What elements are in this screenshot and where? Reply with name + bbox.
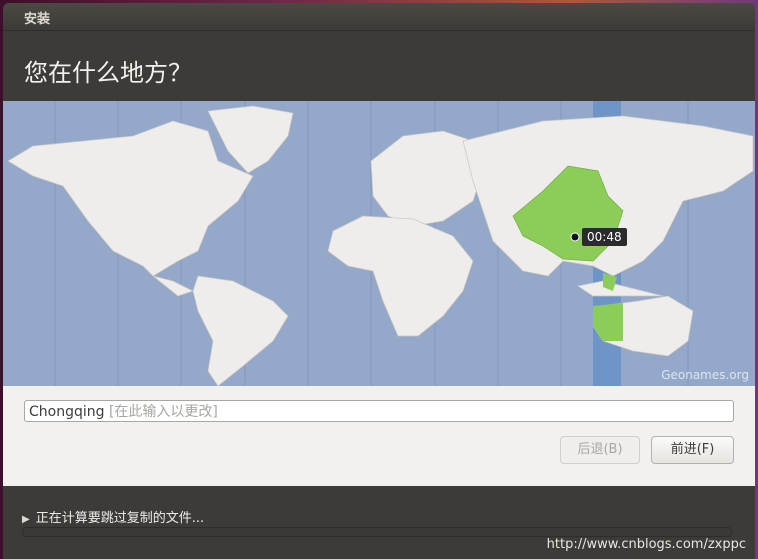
forward-button[interactable]: 前进(F) <box>651 436 734 464</box>
location-marker <box>570 232 580 242</box>
progress-bar <box>22 527 732 537</box>
status-text: 正在计算要跳过复制的文件... <box>35 511 205 526</box>
north-america <box>7 120 254 277</box>
title-bar: 安装 <box>3 3 755 31</box>
time-tooltip: 00:48 <box>582 228 627 246</box>
location-hint: [在此输入以更改] <box>108 404 218 420</box>
window-title: 安装 <box>24 12 51 27</box>
page-title: 您在什么地方？ <box>24 59 192 87</box>
location-value: Chongqing <box>29 404 105 420</box>
map-attribution: Geonames.org <box>661 368 749 382</box>
expand-triangle-icon: ▶ <box>22 514 30 525</box>
watermark: http://www.cnblogs.com/zxppc <box>546 537 746 552</box>
timezone-map[interactable]: 00:48 Geonames.org <box>3 101 755 386</box>
status-expander[interactable]: ▶ 正在计算要跳过复制的文件... <box>22 507 204 526</box>
africa <box>327 215 474 337</box>
back-button[interactable]: 后退(B) <box>560 436 640 464</box>
world-map <box>7 101 754 386</box>
installer-window: 安装 您在什么地方？ 00:48 Geonames.org Chongqing … <box>3 3 755 559</box>
location-input[interactable]: Chongqing [在此输入以更改] <box>24 400 734 422</box>
location-panel: Chongqing [在此输入以更改] 后退(B) 前进(F) <box>3 386 755 486</box>
south-america <box>192 275 289 386</box>
